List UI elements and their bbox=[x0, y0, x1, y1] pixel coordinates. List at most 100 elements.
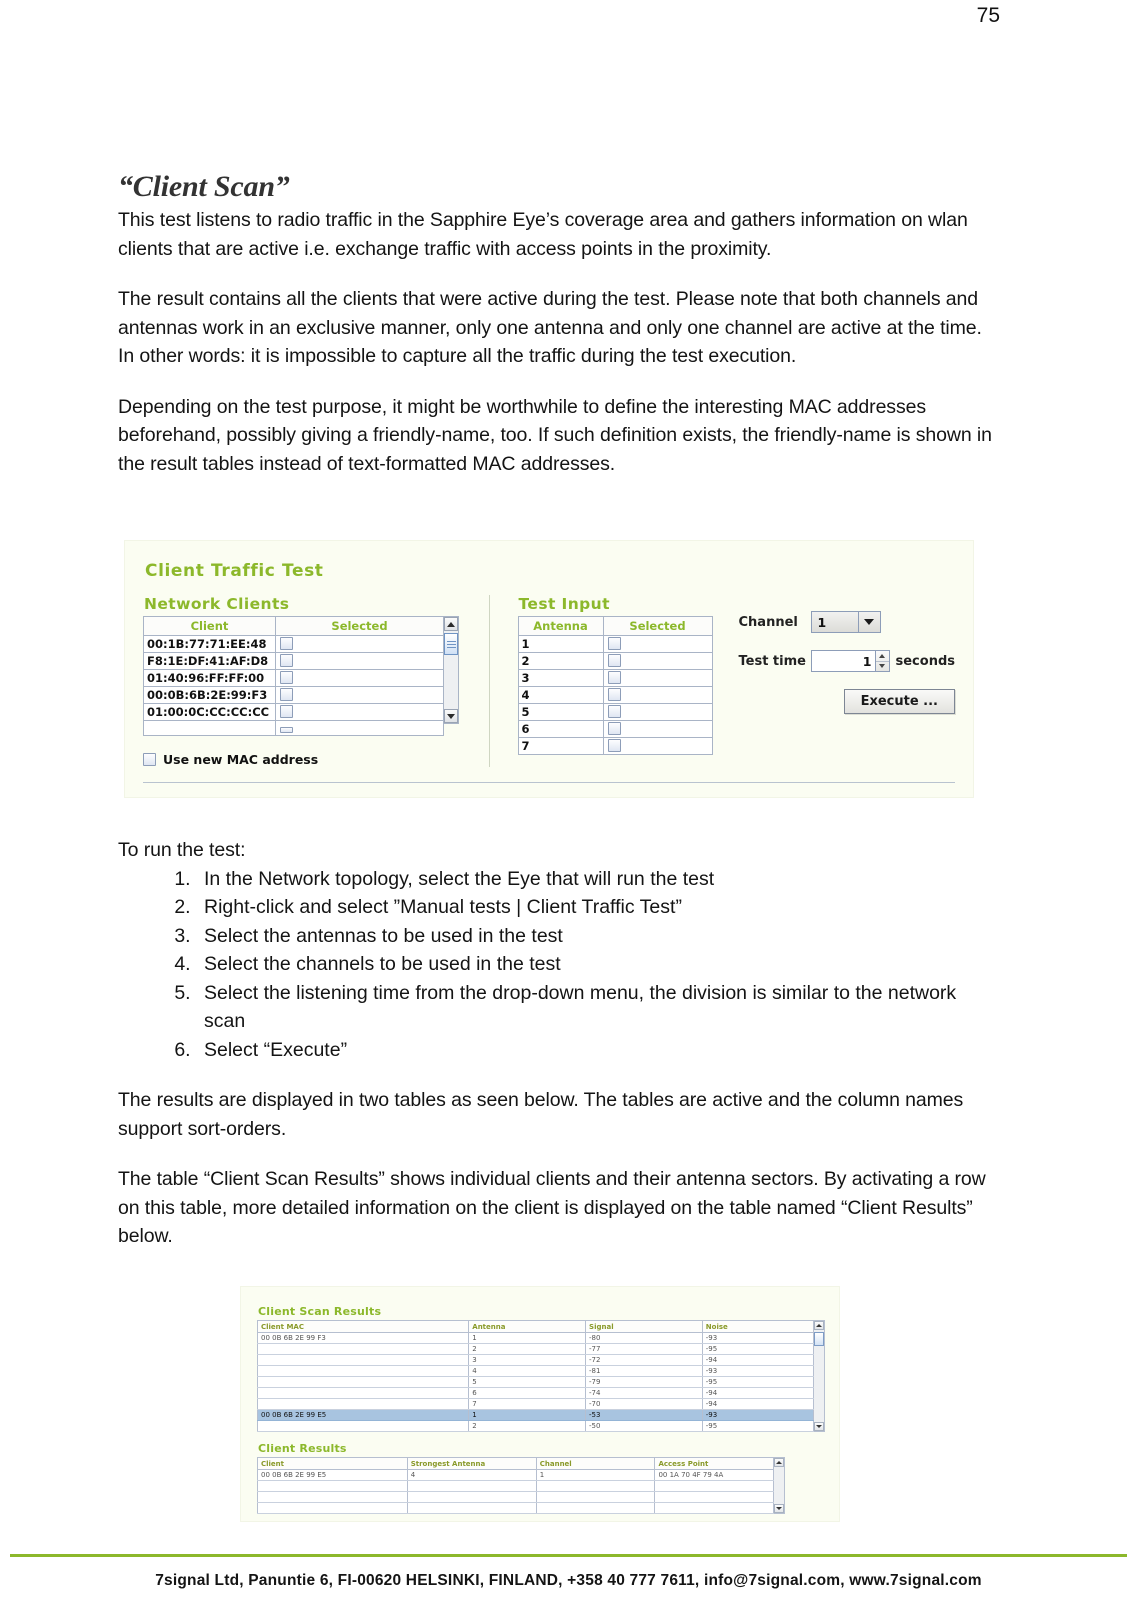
cell-signal: -74 bbox=[585, 1387, 703, 1399]
cell-selected[interactable] bbox=[275, 635, 444, 653]
column-header-strongest-antenna[interactable]: Strongest Antenna bbox=[406, 1457, 537, 1470]
checkbox-antenna-selected[interactable] bbox=[607, 653, 621, 667]
cell-selected[interactable] bbox=[275, 703, 444, 721]
network-clients-pane: Network Clients Client Selected 00:1B:77… bbox=[143, 595, 490, 767]
table-row[interactable]: 2 -77 -95 bbox=[256, 1343, 815, 1355]
table-row[interactable]: 5 bbox=[517, 703, 713, 721]
client-results-table[interactable]: Client Strongest Antenna Channel Access … bbox=[257, 1457, 775, 1514]
panel-divider bbox=[143, 782, 955, 783]
table-row[interactable]: 6 bbox=[517, 720, 713, 738]
table-row[interactable]: 2 bbox=[517, 652, 713, 670]
spinner-down-icon[interactable] bbox=[876, 662, 889, 672]
checkbox-client-selected[interactable] bbox=[280, 670, 293, 684]
table-row[interactable]: 5 -79 -95 bbox=[256, 1376, 815, 1388]
cell-selected[interactable] bbox=[275, 652, 444, 670]
cell-selected[interactable] bbox=[275, 720, 444, 736]
checkbox-client-selected[interactable] bbox=[280, 687, 293, 701]
scroll-up-arrow-icon[interactable] bbox=[814, 1321, 824, 1330]
table-row[interactable]: 2 -50 -95 bbox=[256, 1420, 815, 1432]
use-new-mac-row[interactable]: Use new MAC address bbox=[143, 752, 471, 767]
checkbox-antenna-selected[interactable] bbox=[607, 704, 621, 718]
checkbox-antenna-selected[interactable] bbox=[607, 636, 621, 650]
checkbox-antenna-selected[interactable] bbox=[607, 687, 621, 701]
client-scan-results-scrollbar[interactable] bbox=[814, 1320, 825, 1432]
table-row[interactable]: 3 bbox=[517, 669, 713, 687]
network-clients-table[interactable]: Client Selected 00:1B:77:71:EE:48 F8:1E:… bbox=[143, 616, 444, 736]
checkbox-antenna-selected[interactable] bbox=[607, 721, 621, 735]
column-header-noise[interactable]: Noise bbox=[701, 1320, 815, 1333]
table-row-selected[interactable]: 00 0B 6B 2E 99 E5 1 -53 -93 bbox=[256, 1409, 815, 1421]
table-row[interactable]: 01:40:96:FF:FF:00 bbox=[143, 669, 444, 687]
execute-button[interactable]: Execute ... bbox=[843, 689, 955, 714]
cell-noise: -95 bbox=[701, 1420, 815, 1432]
scrollbar-thumb[interactable] bbox=[444, 633, 458, 655]
column-header-channel[interactable]: Channel bbox=[535, 1457, 656, 1470]
client-scan-results-table[interactable]: Client MAC Antenna Signal Noise 00 0B 6B… bbox=[256, 1320, 815, 1432]
table-row[interactable]: 3 -72 -94 bbox=[256, 1354, 815, 1366]
cell-selected[interactable] bbox=[602, 652, 713, 670]
table-row[interactable]: F8:1E:DF:41:AF:D8 bbox=[143, 652, 444, 670]
table-row-empty[interactable] bbox=[257, 1480, 775, 1492]
cell-client-mac bbox=[256, 1420, 470, 1432]
checkbox-use-new-mac[interactable] bbox=[143, 753, 156, 766]
column-header-client-mac[interactable]: Client MAC bbox=[256, 1320, 470, 1333]
column-header-selected[interactable]: Selected bbox=[602, 616, 713, 636]
table-row[interactable]: 7 bbox=[517, 737, 713, 755]
cell-selected[interactable] bbox=[602, 720, 713, 738]
cell-selected[interactable] bbox=[602, 669, 713, 687]
column-header-client[interactable]: Client bbox=[143, 616, 276, 636]
table-row[interactable]: 1 bbox=[517, 635, 713, 653]
table-row[interactable]: 4 -81 -93 bbox=[256, 1365, 815, 1377]
column-header-antenna[interactable]: Antenna bbox=[517, 616, 604, 636]
table-row[interactable]: 00 0B 6B 2E 99 E5 4 1 00 1A 70 4F 79 4A bbox=[257, 1469, 775, 1481]
client-scan-results-title: Client Scan Results bbox=[258, 1305, 382, 1318]
channel-label: Channel bbox=[738, 614, 798, 630]
network-clients-scrollbar[interactable] bbox=[444, 616, 459, 724]
cell-noise: -95 bbox=[701, 1343, 815, 1355]
cell-selected[interactable] bbox=[602, 635, 713, 653]
table-row[interactable]: 6 -74 -94 bbox=[256, 1387, 815, 1399]
scroll-down-arrow-icon[interactable] bbox=[814, 1422, 824, 1431]
checkbox-client-selected[interactable] bbox=[280, 727, 293, 733]
column-header-selected[interactable]: Selected bbox=[275, 616, 444, 636]
test-time-value[interactable]: 1 bbox=[812, 651, 875, 671]
table-row-empty[interactable] bbox=[257, 1502, 775, 1514]
table-row[interactable]: 00:0B:6B:2E:99:F3 bbox=[143, 686, 444, 704]
chevron-down-icon[interactable] bbox=[857, 612, 880, 632]
channel-dropdown[interactable]: 1 bbox=[810, 611, 881, 633]
column-header-signal[interactable]: Signal bbox=[585, 1320, 703, 1333]
checkbox-client-selected[interactable] bbox=[280, 653, 293, 667]
page-number: 75 bbox=[976, 4, 1000, 27]
spinner-buttons[interactable] bbox=[874, 651, 889, 672]
cell-selected[interactable] bbox=[602, 737, 713, 755]
column-header-antenna[interactable]: Antenna bbox=[468, 1320, 587, 1333]
scroll-up-arrow-icon[interactable] bbox=[774, 1458, 785, 1467]
scroll-down-arrow-icon[interactable] bbox=[774, 1504, 785, 1513]
seconds-label: seconds bbox=[895, 653, 956, 669]
test-input-table[interactable]: Antenna Selected 1 2 3 4 5 6 7 bbox=[517, 616, 713, 755]
table-row[interactable]: 00 0B 6B 2E 99 F3 1 -80 -93 bbox=[256, 1332, 815, 1344]
checkbox-antenna-selected[interactable] bbox=[607, 738, 621, 752]
table-row[interactable]: 4 bbox=[517, 686, 713, 704]
checkbox-client-selected[interactable] bbox=[280, 704, 293, 718]
checkbox-client-selected[interactable] bbox=[280, 636, 293, 650]
table-row-empty[interactable] bbox=[257, 1491, 775, 1503]
scroll-down-arrow-icon[interactable] bbox=[444, 709, 458, 723]
table-row[interactable]: 7 -70 -94 bbox=[256, 1398, 815, 1410]
scroll-up-arrow-icon[interactable] bbox=[444, 617, 458, 631]
scrollbar-thumb[interactable] bbox=[814, 1332, 824, 1346]
client-results-scrollbar[interactable] bbox=[774, 1457, 786, 1514]
client-scan-results-block: Client MAC Antenna Signal Noise 00 0B 6B… bbox=[256, 1320, 825, 1432]
table-row[interactable]: 00:1B:77:71:EE:48 bbox=[143, 635, 444, 653]
table-row[interactable]: 01:00:0C:CC:CC:CC bbox=[143, 703, 444, 721]
column-header-access-point[interactable]: Access Point bbox=[654, 1457, 775, 1470]
cell-selected[interactable] bbox=[602, 686, 713, 704]
checkbox-antenna-selected[interactable] bbox=[607, 670, 621, 684]
cell-selected[interactable] bbox=[275, 686, 444, 704]
spinner-up-icon[interactable] bbox=[875, 651, 889, 662]
cell-selected[interactable] bbox=[602, 703, 713, 721]
test-time-spinner[interactable]: 1 bbox=[810, 650, 890, 672]
cell-selected[interactable] bbox=[275, 669, 444, 687]
table-row-partial[interactable] bbox=[143, 720, 444, 736]
column-header-client[interactable]: Client bbox=[257, 1457, 408, 1470]
